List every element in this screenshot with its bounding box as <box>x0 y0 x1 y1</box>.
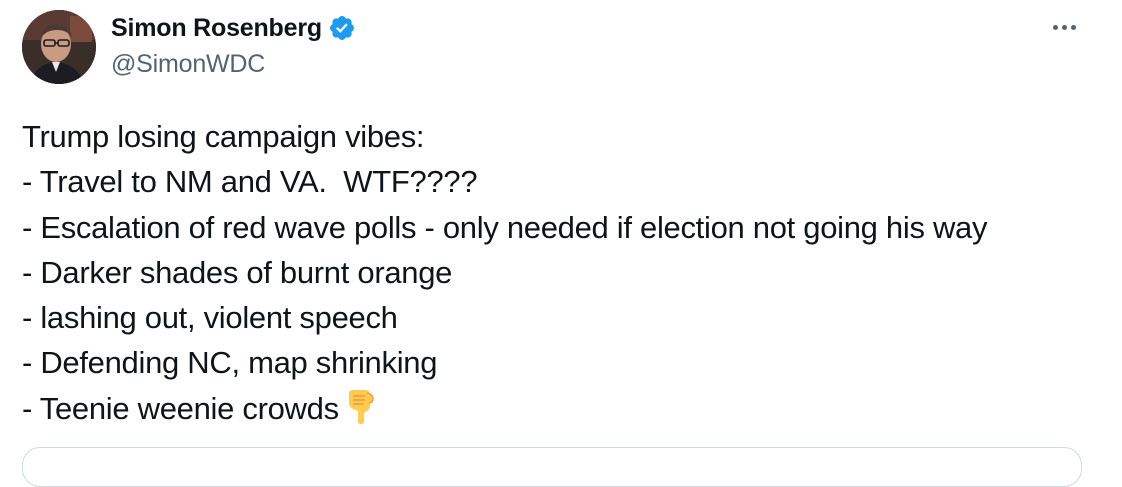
tweet-line: - Travel to NM and VA. WTF???? <box>22 164 478 200</box>
tweet-line: - Escalation of red wave polls - only ne… <box>22 209 988 245</box>
more-options-icon-dot <box>1061 24 1067 30</box>
author-avatar[interactable] <box>22 10 96 84</box>
more-options-icon <box>1052 24 1058 30</box>
tweet-line-text: - Teenie weenie crowds <box>22 390 339 426</box>
more-options-icon-dot <box>1070 24 1076 30</box>
tweet-line: Trump losing campaign vibes: <box>22 119 425 154</box>
quoted-card-edge[interactable] <box>22 447 1082 487</box>
tweet-line: - Darker shades of burnt orange <box>22 254 453 290</box>
author-display-name[interactable]: Simon Rosenberg <box>111 14 322 43</box>
more-options-button[interactable] <box>1046 12 1082 42</box>
verified-badge-icon[interactable] <box>328 14 356 42</box>
author-handle[interactable]: @SimonWDC <box>111 50 265 79</box>
pointing-down-emoji-icon <box>343 389 377 425</box>
tweet-line: - Defending NC, map shrinking <box>22 345 438 381</box>
tweet-card: Simon Rosenberg @SimonWDC Trump losing c… <box>0 0 1122 487</box>
tweet-text: Trump losing campaign vibes: - Travel to… <box>22 114 1102 431</box>
author-name-row[interactable]: Simon Rosenberg <box>111 12 356 44</box>
tweet-line: - lashing out, violent speech <box>22 300 398 336</box>
tweet-line-last: - Teenie weenie crowds <box>22 386 1102 431</box>
